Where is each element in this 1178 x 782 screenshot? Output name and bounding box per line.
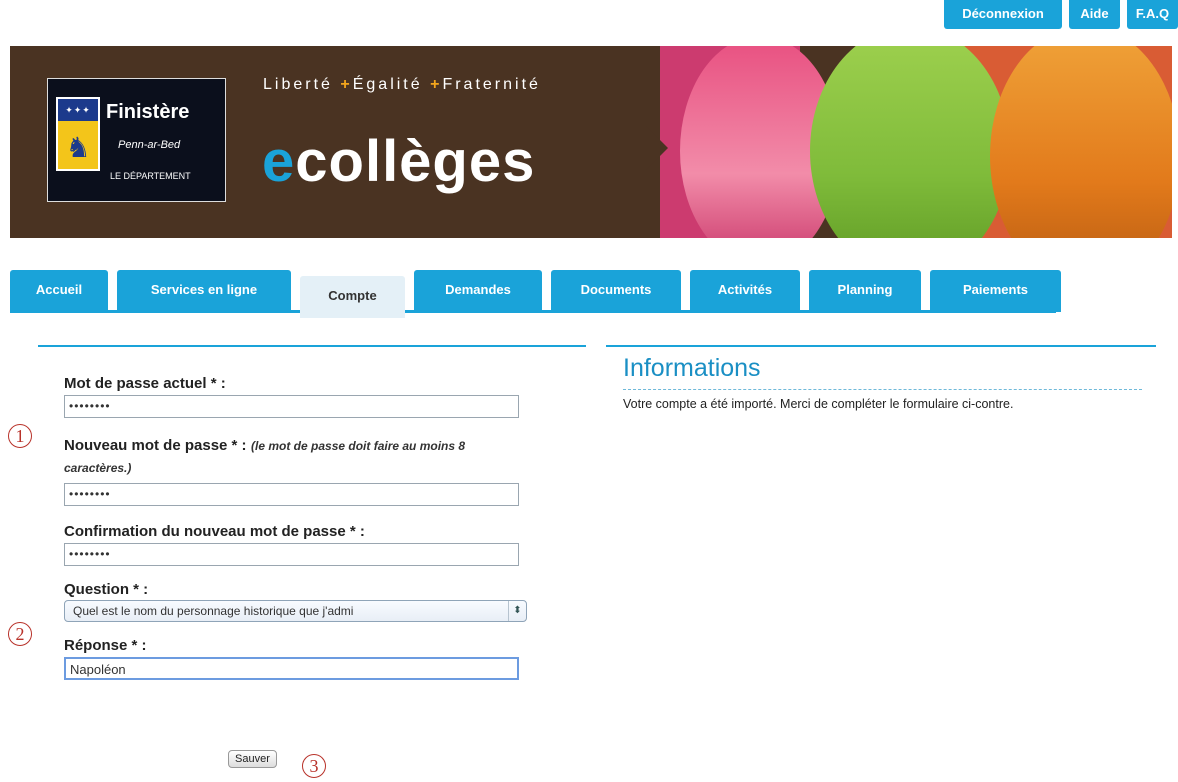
question-select[interactable]: Quel est le nom du personnage historique… bbox=[64, 600, 527, 622]
callout-1: 1 bbox=[8, 424, 32, 448]
banner-photo bbox=[660, 46, 1172, 238]
banner-arrow bbox=[646, 126, 668, 170]
tab-compte[interactable]: Compte bbox=[300, 276, 405, 318]
tab-activites[interactable]: Activités bbox=[690, 270, 800, 312]
form-panel-divider bbox=[38, 345, 586, 347]
faq-link[interactable]: F.A.Q bbox=[1127, 0, 1178, 29]
top-links: Déconnexion Aide F.A.Q bbox=[944, 0, 1178, 29]
question-label: Question * : bbox=[64, 581, 149, 598]
answer-field[interactable]: Napoléon bbox=[64, 657, 519, 680]
info-divider bbox=[623, 389, 1142, 390]
logo-department: LE DÉPARTEMENT bbox=[110, 171, 191, 181]
tab-planning[interactable]: Planning bbox=[809, 270, 921, 312]
answer-label: Réponse * : bbox=[64, 637, 147, 654]
logout-link[interactable]: Déconnexion bbox=[944, 0, 1062, 29]
main-tabs: Accueil Services en ligne Compte Demande… bbox=[10, 270, 1061, 318]
info-panel-divider bbox=[606, 345, 1156, 347]
current-password-field[interactable]: •••••••• bbox=[64, 395, 519, 418]
info-title: Informations bbox=[623, 354, 761, 382]
tab-services-en-ligne[interactable]: Services en ligne bbox=[117, 270, 291, 312]
callout-2: 2 bbox=[8, 622, 32, 646]
confirm-password-field[interactable]: •••••••• bbox=[64, 543, 519, 566]
tab-paiements[interactable]: Paiements bbox=[930, 270, 1061, 312]
select-arrows-icon: ⬍ bbox=[508, 601, 526, 621]
new-password-label: Nouveau mot de passe * : bbox=[64, 437, 247, 454]
current-password-label: Mot de passe actuel * : bbox=[64, 375, 226, 392]
ecolleges-brand: ecollèges bbox=[262, 129, 536, 194]
save-button[interactable]: Sauver bbox=[228, 750, 277, 768]
logo-name: Finistère bbox=[106, 101, 190, 123]
info-text: Votre compte a été importé. Merci de com… bbox=[623, 397, 1014, 411]
finistere-logo[interactable]: ✦✦✦ ♞ Finistère Penn-ar-Bed LE DÉPARTEME… bbox=[47, 78, 226, 202]
new-password-label-row: Nouveau mot de passe * : (le mot de pass… bbox=[64, 435, 524, 479]
header-banner: ✦✦✦ ♞ Finistère Penn-ar-Bed LE DÉPARTEME… bbox=[10, 46, 1172, 238]
tab-accueil[interactable]: Accueil bbox=[10, 270, 108, 312]
coat-of-arms-icon: ✦✦✦ ♞ bbox=[56, 97, 100, 171]
tab-documents[interactable]: Documents bbox=[551, 270, 681, 312]
tab-demandes[interactable]: Demandes bbox=[414, 270, 542, 312]
password-form: Mot de passe actuel * : •••••••• Nouveau… bbox=[64, 375, 527, 680]
callout-3: 3 bbox=[302, 754, 326, 778]
help-link[interactable]: Aide bbox=[1069, 0, 1120, 29]
confirm-password-label: Confirmation du nouveau mot de passe * : bbox=[64, 523, 365, 540]
motto: Liberté +Égalité +Fraternité bbox=[263, 76, 541, 93]
question-selected-value: Quel est le nom du personnage historique… bbox=[73, 604, 354, 618]
new-password-field[interactable]: •••••••• bbox=[64, 483, 519, 506]
logo-subtitle: Penn-ar-Bed bbox=[118, 139, 181, 151]
